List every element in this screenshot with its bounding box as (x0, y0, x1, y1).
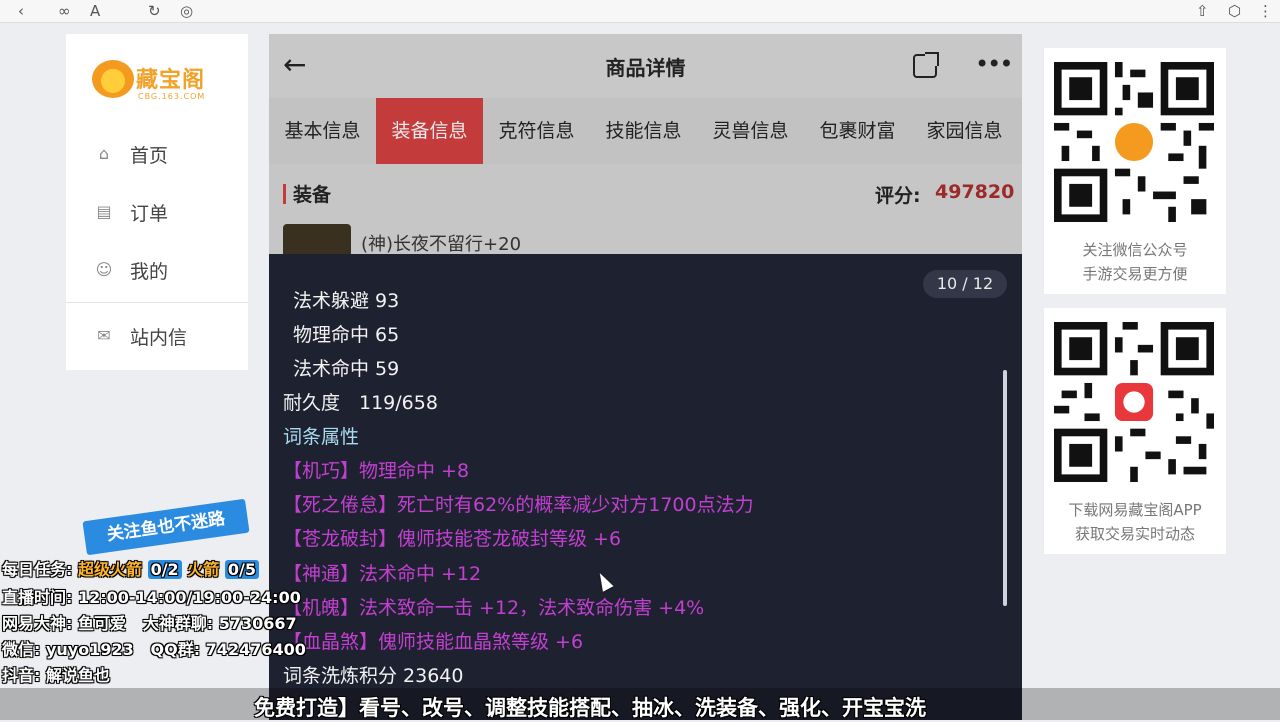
attr-line: 法术命中 59 (293, 358, 400, 380)
back-icon[interactable]: ‹ (18, 1, 24, 21)
logo-icon (92, 60, 134, 98)
follow-ribbon: 关注鱼也不迷路 (82, 498, 250, 556)
logo-subtext: CBG.163.COM (138, 92, 206, 101)
task1-label: 超级火箭 (77, 560, 142, 579)
link-icon[interactable]: ∞ (58, 1, 71, 21)
wechat-label: 微信: (2, 640, 41, 659)
share-icon[interactable]: ⇧ (1196, 1, 1209, 21)
wechat-qr-card: 关注微信公众号 手游交易更方便 (1044, 48, 1226, 294)
wechat-qr-code (1054, 62, 1214, 222)
page-title: 商品详情 (605, 56, 686, 80)
live-time: 12:00-14:00/19:00-24:00 (77, 588, 301, 607)
sidebar-item-label: 订单 (130, 202, 169, 225)
task2-label: 火箭 (187, 560, 220, 579)
live-time-line: 直播时间: 12:00-14:00/19:00-24:00 (2, 588, 301, 608)
logo[interactable]: 藏宝阁 CBG.163.COM (92, 54, 222, 110)
tab-rune-info[interactable]: 克符信息 (483, 98, 590, 164)
font-size-icon[interactable]: A (90, 1, 100, 21)
streamer-overlay: 关注鱼也不迷路 每日任务: 超级火箭 0/2 火箭 0/5 直播时间: 12:0… (0, 498, 400, 700)
scrolling-ticker: 免费打造】看号、改号、调整技能搭配、抽冰、洗装备、强化、开宝宝洗 (0, 688, 1280, 720)
tab-inventory-wealth[interactable]: 包裹财富 (804, 98, 911, 164)
section-accent-bar (283, 184, 286, 204)
task1-count: 0/2 (147, 560, 182, 579)
logo-text: 藏宝阁 (136, 68, 206, 93)
attr-line: 法术躲避 93 (293, 290, 400, 312)
section-title: 装备 (293, 184, 332, 206)
qr-caption: 获取交易实时动态 (1074, 525, 1195, 543)
extension-icon[interactable]: ⬡ (1228, 1, 1241, 21)
scrollbar[interactable] (1003, 370, 1007, 606)
qr-caption: 下载网易藏宝阁APP (1068, 501, 1202, 519)
mail-icon: ✉ (97, 326, 111, 345)
app-qr-code (1054, 322, 1214, 482)
wechat-value: yuyo1923 (45, 640, 134, 659)
dashen-label: 网易大神: (2, 614, 73, 633)
compass-icon[interactable]: ◎ (180, 1, 193, 21)
tab-pet-info[interactable]: 灵兽信息 (697, 98, 804, 164)
qr-caption: 手游交易更方便 (1082, 265, 1188, 283)
tab-home-info[interactable]: 家园信息 (911, 98, 1018, 164)
score-label: 评分: (875, 185, 921, 207)
user-icon: ☺ (95, 260, 113, 279)
more-icon[interactable]: ••• (975, 50, 1013, 78)
sidebar-item-orders[interactable]: ▤ 订单 (94, 198, 234, 226)
dashen-value: 鱼可爱 (77, 614, 126, 633)
equipment-item[interactable]: (神)长夜不留行+20 (269, 224, 1022, 255)
sidebar: 藏宝阁 CBG.163.COM ⌂ 首页 ▤ 订单 ☺ 我的 ✉ 站内信 (66, 34, 248, 370)
group-value: 5730667 (218, 614, 297, 633)
qr-caption: 关注微信公众号 (1082, 241, 1188, 259)
attr-line: 物理命中 65 (293, 324, 400, 346)
sidebar-item-home[interactable]: ⌂ 首页 (94, 140, 234, 168)
page-counter: 10 / 12 (923, 270, 1007, 298)
group-label: 大神群聊: (142, 614, 214, 633)
qq-label: QQ群: (150, 640, 201, 659)
page-header: ← 商品详情 ••• (269, 34, 1022, 98)
browser-toolbar: ‹ ∞ A ↻ ◎ ⇧ ⬡ ⋮ (0, 0, 1280, 23)
qq-value: 742476400 (205, 640, 306, 659)
task-label: 每日任务: (2, 560, 73, 579)
app-qr-card: 下载网易藏宝阁APP 获取交易实时动态 (1044, 308, 1226, 554)
sidebar-item-label: 我的 (130, 260, 169, 283)
live-time-label: 直播时间: (2, 588, 73, 607)
durability-line: 耐久度 119/658 (283, 392, 438, 414)
order-icon: ▤ (96, 202, 112, 221)
affix-line: 【机巧】物理命中 +8 (283, 460, 470, 482)
score-value: 497820 (935, 181, 1015, 203)
equipment-section-header: 装备 评分: 497820 (269, 164, 1022, 224)
sidebar-item-label: 首页 (130, 144, 169, 167)
home-icon: ⌂ (98, 144, 110, 163)
task2-count: 0/5 (224, 560, 259, 579)
sidebar-item-mine[interactable]: ☺ 我的 (94, 256, 234, 284)
tab-skill-info[interactable]: 技能信息 (590, 98, 697, 164)
ticker-text: 免费打造】看号、改号、调整技能搭配、抽冰、洗装备、强化、开宝宝洗 (254, 696, 926, 720)
refresh-icon[interactable]: ↻ (148, 1, 161, 21)
dashen-line: 网易大神: 鱼可爱 大神群聊: 5730667 (2, 614, 297, 634)
share-link-icon[interactable] (913, 52, 939, 78)
menu-icon[interactable]: ⋮ (1258, 1, 1273, 21)
sidebar-item-messages[interactable]: ✉ 站内信 (94, 322, 234, 350)
tab-equipment-info[interactable]: 装备信息 (376, 98, 483, 164)
affix-heading: 词条属性 (283, 426, 360, 448)
tab-basic-info[interactable]: 基本信息 (269, 98, 376, 164)
wechat-line: 微信: yuyo1923 QQ群: 742476400 (2, 640, 306, 660)
douyin-line: 抖音: 解说鱼也 (2, 666, 110, 686)
douyin-label: 抖音: (2, 666, 41, 685)
equipment-thumbnail (283, 224, 351, 254)
equipment-name: (神)长夜不留行+20 (361, 234, 522, 255)
daily-task-line: 每日任务: 超级火箭 0/2 火箭 0/5 (2, 560, 259, 580)
divider (66, 302, 248, 303)
sidebar-item-label: 站内信 (130, 326, 188, 349)
douyin-value: 解说鱼也 (45, 666, 110, 685)
tab-bar: 基本信息 装备信息 克符信息 技能信息 灵兽信息 包裹财富 家园信息 (269, 98, 1022, 164)
